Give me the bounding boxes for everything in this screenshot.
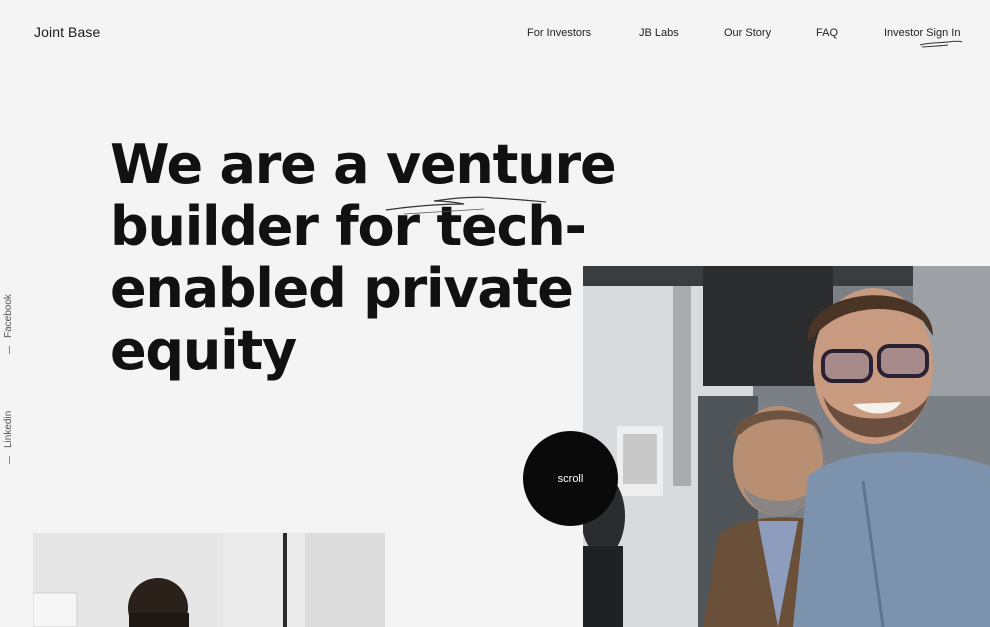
team-photo-illustration xyxy=(583,266,990,627)
hero-headline: We are a venture builder for tech- enabl… xyxy=(110,133,617,382)
sign-in-underline-squiggle xyxy=(919,40,963,48)
divider xyxy=(9,456,10,464)
hero-line: We are a venture xyxy=(110,133,617,196)
facebook-link[interactable]: Facebook xyxy=(3,294,14,338)
hero-scribble-decoration xyxy=(385,196,547,215)
nav-investor-sign-in[interactable]: Investor Sign In xyxy=(884,27,960,39)
team-photo xyxy=(583,266,990,627)
linkedin-link[interactable]: Linkedin xyxy=(3,411,14,448)
main-nav: For Investors JB Labs Our Story FAQ Inve… xyxy=(0,27,990,47)
divider xyxy=(9,346,10,354)
scroll-button[interactable]: scroll xyxy=(523,431,618,526)
office-photo-illustration xyxy=(33,533,385,627)
nav-faq[interactable]: FAQ xyxy=(816,27,838,39)
hero-line: equity xyxy=(110,319,297,382)
nav-jb-labs[interactable]: JB Labs xyxy=(639,27,679,39)
hero-line: enabled private xyxy=(110,257,574,320)
nav-our-story[interactable]: Our Story xyxy=(724,27,771,39)
scroll-label: scroll xyxy=(557,472,584,485)
nav-for-investors[interactable]: For Investors xyxy=(527,27,591,39)
office-photo xyxy=(33,533,385,627)
